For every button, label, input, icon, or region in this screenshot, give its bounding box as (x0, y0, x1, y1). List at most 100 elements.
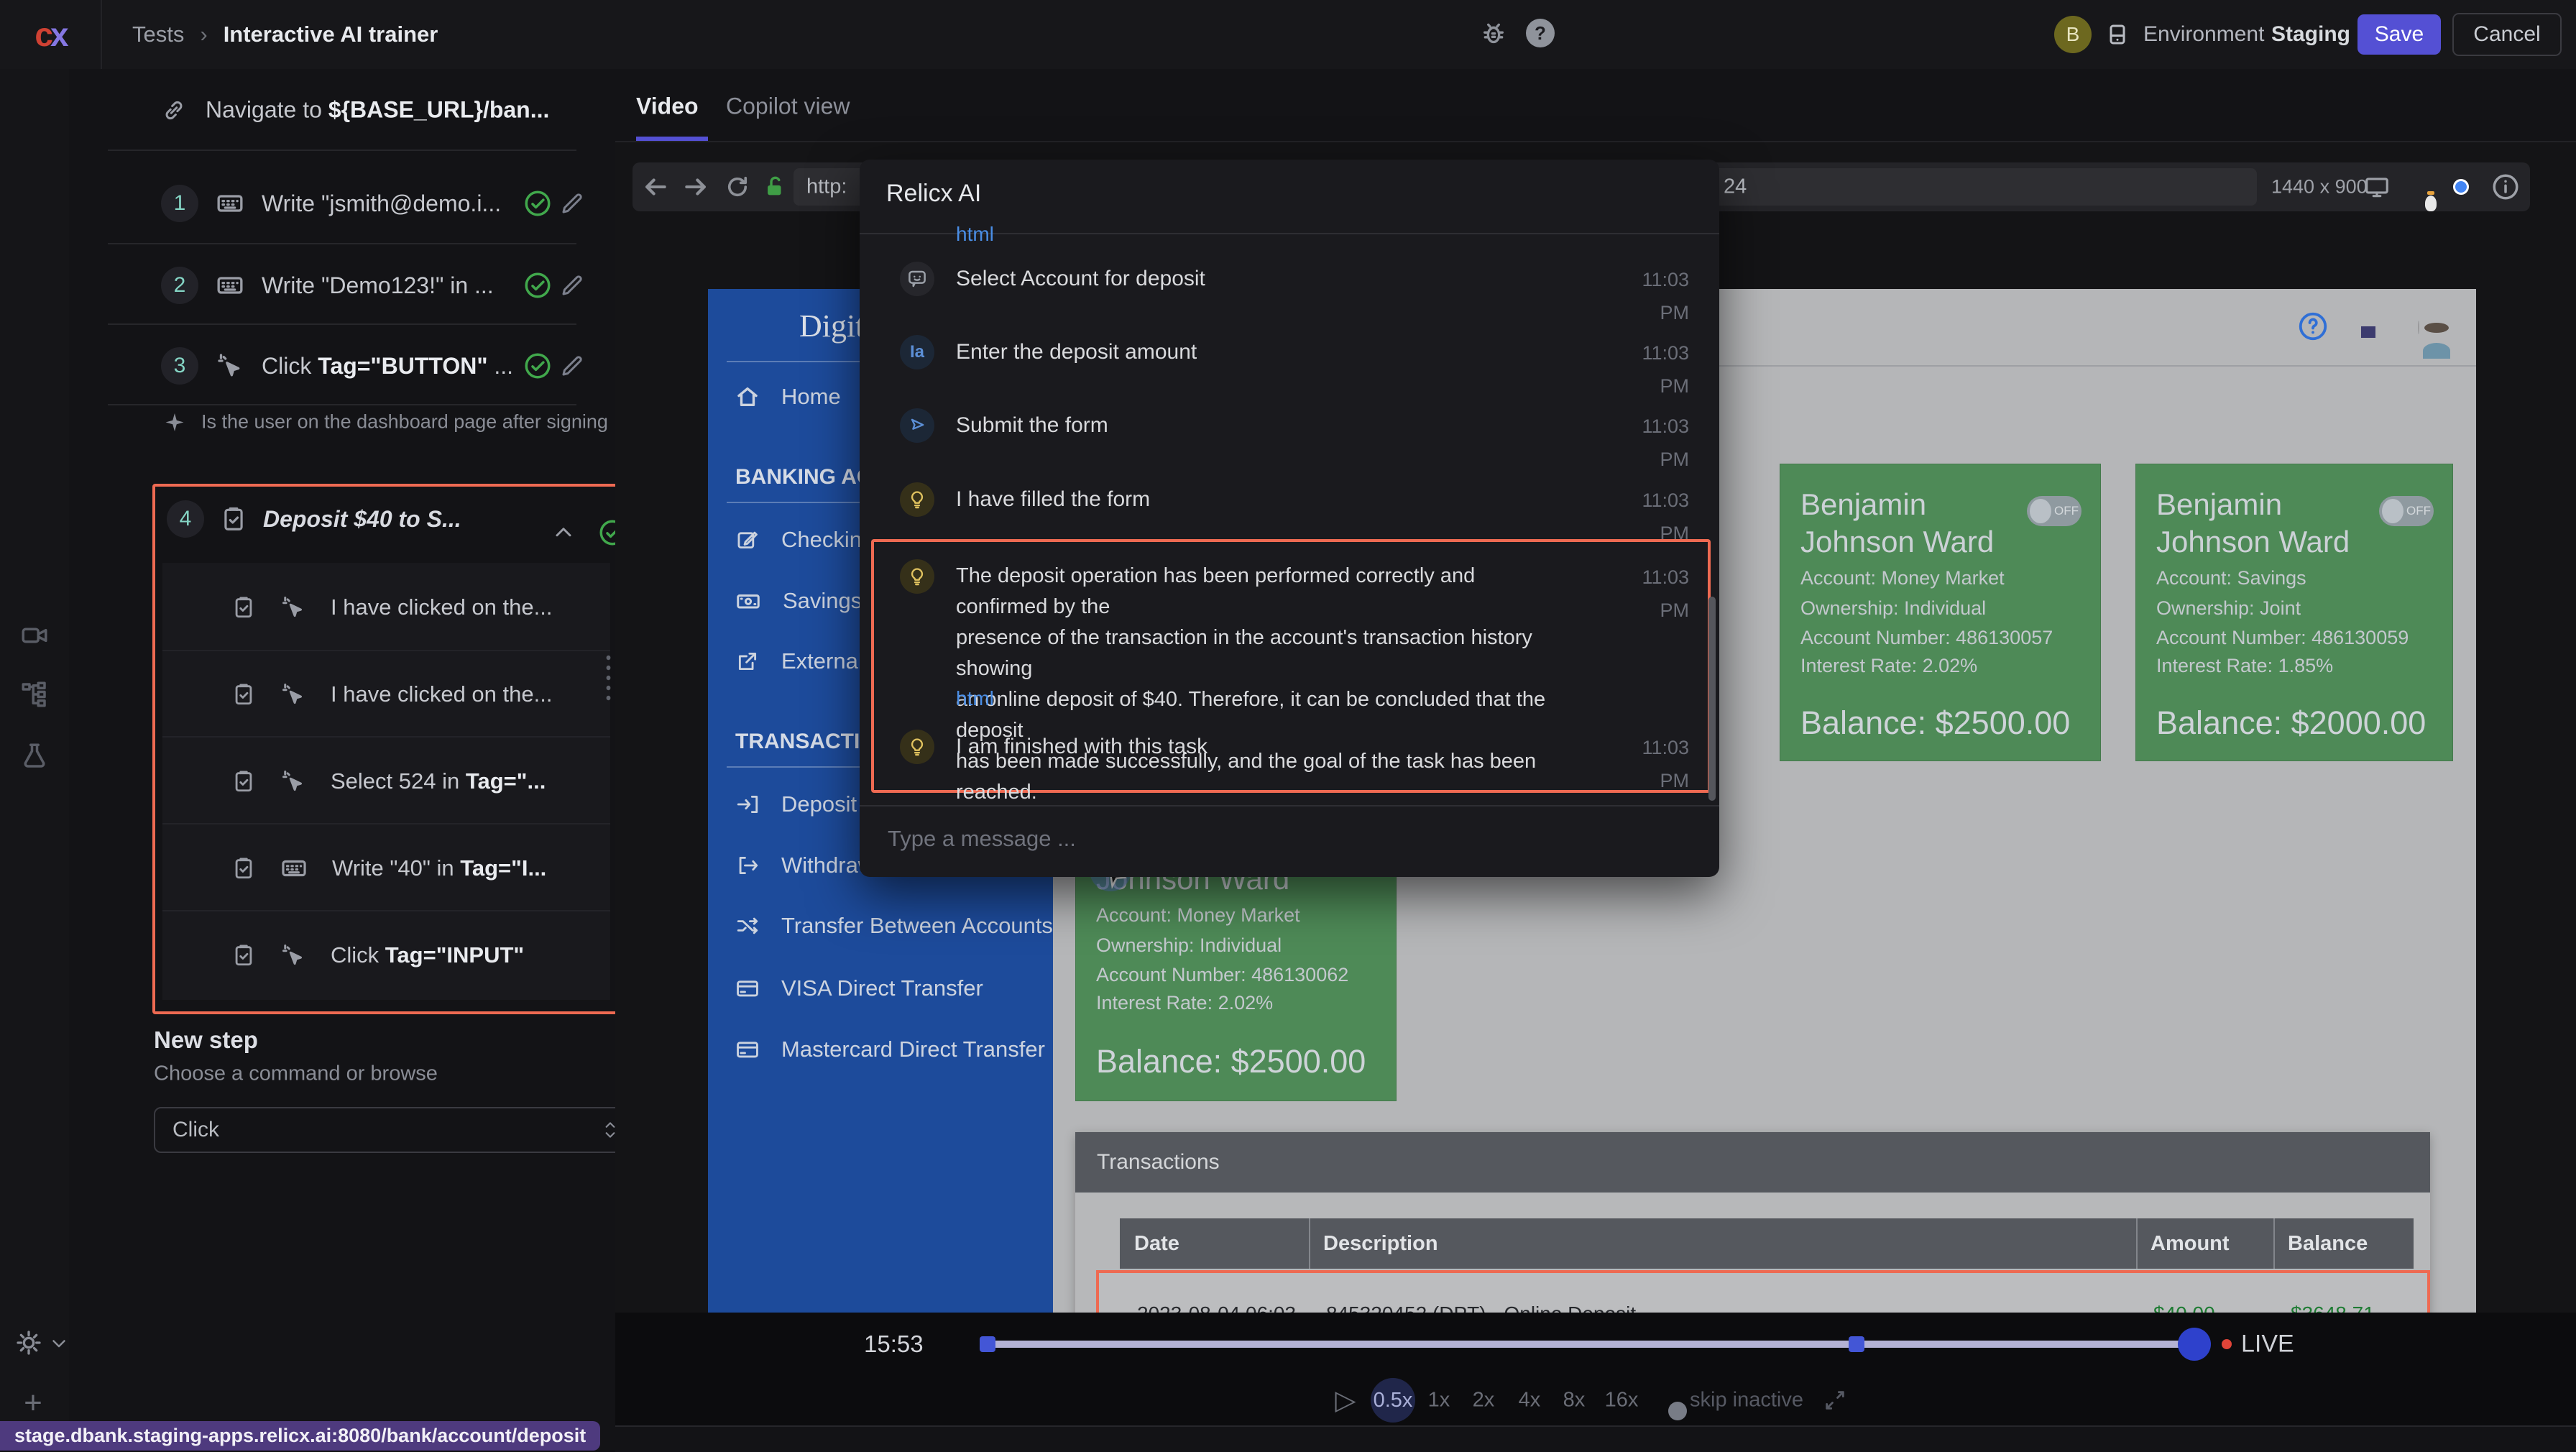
step-1[interactable]: 1 Write "jsmith@demo.i... (161, 185, 501, 222)
clipboard-check-icon (231, 769, 256, 794)
cursor-icon (900, 408, 934, 443)
bank-nav-savings[interactable]: Savings (735, 588, 862, 614)
banknote-icon (735, 588, 761, 614)
step-2[interactable]: 2 Write "Demo123!" in ... (161, 267, 494, 304)
fullscreen-icon[interactable] (1823, 1388, 1847, 1412)
bank-nav-checking[interactable]: Checking (735, 527, 874, 553)
command-dropdown[interactable]: Click (154, 1107, 638, 1153)
col-description[interactable]: Description (1323, 1218, 1438, 1269)
logo-letter-c: c (34, 15, 50, 54)
chat-timestamp: 11:03PM (1574, 410, 1689, 476)
account-card-money-market-486130057[interactable]: Benjamin Johnson Ward OFF Account: Money… (1780, 464, 2101, 761)
card-account-number: Account Number: 486130062 (1096, 964, 1348, 986)
pencil-icon[interactable] (559, 272, 585, 298)
timeline-track[interactable] (987, 1341, 2194, 1348)
cancel-button[interactable]: Cancel (2452, 13, 2562, 56)
breadcrumb-tests[interactable]: Tests (132, 22, 184, 47)
edit-icon (735, 528, 760, 552)
chat-timestamp: 11:03PM (1574, 731, 1689, 797)
play-icon[interactable]: ▷ (1335, 1384, 1356, 1417)
substep-3[interactable]: Select 524 in Tag="... (231, 768, 546, 794)
footer-strip (615, 1425, 2576, 1452)
bug-icon[interactable] (1479, 19, 1508, 47)
pencil-icon[interactable] (559, 190, 585, 216)
speed-8x[interactable]: 8x (1563, 1389, 1586, 1412)
environment-value[interactable]: Staging (2271, 22, 2350, 47)
step-label: Navigate to (206, 97, 328, 123)
flow-tree-icon[interactable] (19, 679, 50, 709)
avatar[interactable]: B (2054, 16, 2092, 53)
account-holder-name: Benjamin Johnson Ward (2156, 486, 2393, 561)
info-icon[interactable] (2490, 172, 2521, 202)
chat-message-input[interactable] (886, 825, 1608, 853)
speed-16x[interactable]: 16x (1605, 1389, 1639, 1412)
step-3[interactable]: 3 Click Tag="BUTTON" ... (161, 347, 513, 385)
speed-2x[interactable]: 2x (1473, 1389, 1495, 1412)
tab-video[interactable]: Video (636, 93, 699, 120)
html-link[interactable]: html (956, 687, 994, 710)
substep-4[interactable]: Write "40" in Tag="I... (231, 855, 546, 882)
tab-active-underline (636, 137, 708, 141)
speed-4x[interactable]: 4x (1519, 1389, 1541, 1412)
timeline-thumb[interactable] (2178, 1328, 2211, 1361)
bank-nav-home[interactable]: Home (735, 384, 841, 410)
reload-icon[interactable] (724, 174, 750, 200)
status-url: stage.dbank.staging-apps.relicx.ai:8080/… (0, 1421, 600, 1451)
pencil-icon[interactable] (559, 353, 585, 379)
bank-help-icon[interactable] (2296, 310, 2329, 343)
credit-card-icon (735, 1037, 760, 1062)
scrolled-html-link[interactable]: html (956, 223, 994, 246)
video-camera-icon[interactable] (19, 620, 50, 651)
flask-icon[interactable] (19, 741, 50, 771)
plus-icon[interactable]: + (24, 1385, 42, 1421)
card-toggle-off[interactable]: OFF (2379, 496, 2434, 526)
step-4-group: 4 Deposit $40 to S... I have clicked on … (152, 484, 619, 1014)
step-navigate[interactable]: Navigate to ${BASE_URL}/ban... (161, 97, 549, 124)
card-account-type: Account: Money Market (1800, 567, 2005, 589)
video-viewport: http: 24 1440 x 900 Digital Bank Home BA… (615, 142, 2576, 1313)
substep-label: I have clicked on the... (331, 681, 552, 707)
divider (860, 805, 1719, 807)
save-button[interactable]: Save (2358, 14, 2441, 55)
timeline-start-marker[interactable] (980, 1336, 995, 1352)
step-4-header[interactable]: 4 Deposit $40 to S... (167, 500, 461, 538)
bank-n av-transfer[interactable]: Transfer Between Accounts (735, 913, 1053, 939)
bank-nav-deposit[interactable]: Deposit (735, 791, 857, 817)
speed-1x[interactable]: 1x (1428, 1389, 1450, 1412)
step-label-post: ... (488, 353, 514, 379)
card-toggle-off[interactable]: OFF (2027, 496, 2082, 526)
help-icon[interactable]: ? (1526, 19, 1555, 47)
account-card-savings-486130059[interactable]: Benjamin Johnson Ward OFF Account: Savin… (2135, 464, 2453, 761)
chevron-down-icon[interactable] (48, 1332, 70, 1354)
bank-nav-mastercard-transfer[interactable]: Mastercard Direct Transfer (735, 1037, 1045, 1062)
bank-nav-withdraw[interactable]: Withdraw (735, 853, 874, 878)
bank-nav-external[interactable]: External (735, 648, 863, 674)
deposit-icon (735, 792, 760, 817)
back-icon[interactable] (642, 173, 669, 201)
speed-0.5x-active[interactable]: 0.5x (1371, 1378, 1415, 1423)
divider (108, 323, 576, 325)
assertion-row[interactable]: Is the user on the dashboard page after … (164, 411, 608, 433)
tab-copilot-view[interactable]: Copilot view (726, 93, 850, 120)
text-input-icon: Ia (900, 335, 934, 369)
chat-message: Enter the deposit amount (956, 340, 1197, 364)
substep-5[interactable]: Click Tag="INPUT" (231, 942, 524, 968)
bank-user-avatar[interactable] (2418, 321, 2419, 334)
substep-2[interactable]: I have clicked on the... (231, 681, 552, 707)
substep-label-bold: Tag="... (466, 768, 546, 794)
col-date[interactable]: Date (1134, 1232, 1179, 1256)
relicx-ai-chat-panel: Relicx AI html Select Account for deposi… (860, 160, 1719, 877)
chat-scrollbar[interactable] (1708, 597, 1716, 801)
chevron-up-icon[interactable] (551, 520, 576, 546)
col-balance[interactable]: Balance (2288, 1218, 2368, 1269)
step-number: 2 (161, 267, 198, 304)
bank-nav-visa-transfer[interactable]: VISA Direct Transfer (735, 975, 983, 1001)
forward-icon[interactable] (682, 173, 709, 201)
timeline-chapter-marker[interactable] (1849, 1336, 1864, 1352)
gear-icon[interactable] (14, 1328, 43, 1357)
relicx-logo[interactable]: cx (0, 0, 102, 69)
card-balance: Balance: $2000.00 (2156, 704, 2426, 742)
col-amount[interactable]: Amount (2150, 1218, 2230, 1269)
divider (162, 910, 610, 911)
substep-1[interactable]: I have clicked on the... (231, 594, 552, 620)
